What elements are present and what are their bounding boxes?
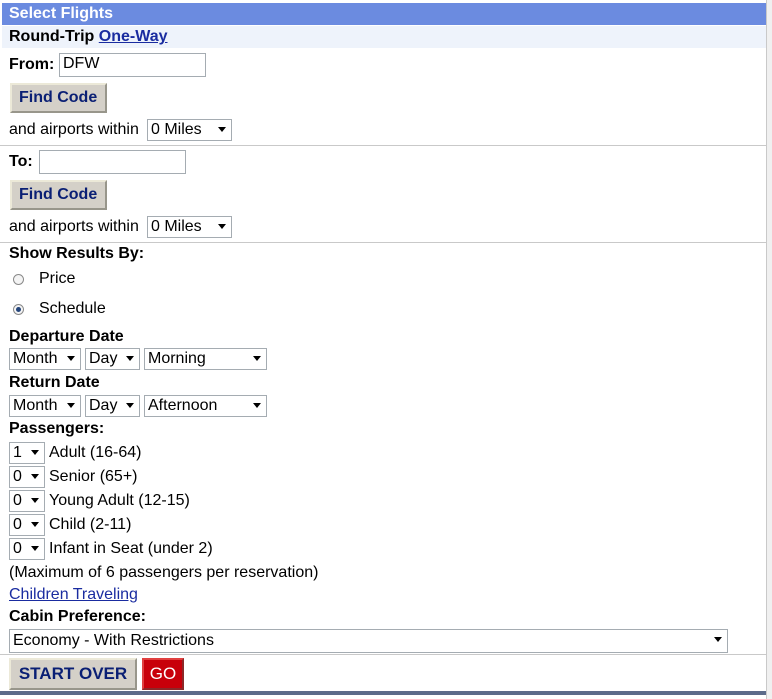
departure-day-value: Day [89, 350, 118, 367]
divider [0, 145, 766, 146]
round-trip-label: Round-Trip [9, 28, 95, 45]
to-within-label: and airports within [9, 218, 139, 235]
from-within-label: and airports within [9, 121, 139, 138]
schedule-option-label: Schedule [39, 300, 106, 317]
return-time-select[interactable]: Afternoon [144, 395, 267, 417]
departure-month-value: Month [13, 350, 58, 367]
departure-time-value: Morning [148, 350, 206, 367]
chevron-down-icon [218, 224, 226, 229]
from-label: From: [9, 56, 55, 73]
to-radius-select[interactable]: 0 Miles [147, 216, 232, 238]
adult-label: Adult (16-64) [49, 444, 142, 461]
chevron-down-icon [126, 356, 134, 361]
from-find-code-button[interactable]: Find Code [10, 83, 107, 113]
senior-label: Senior (65+) [49, 468, 138, 485]
chevron-down-icon [67, 356, 75, 361]
show-results-label: Show Results By: [9, 245, 145, 262]
return-day-value: Day [89, 397, 118, 414]
adult-count-value: 1 [13, 444, 22, 461]
from-radius-select[interactable]: 0 Miles [147, 119, 232, 141]
departure-month-select[interactable]: Month [9, 348, 81, 370]
chevron-down-icon [218, 127, 226, 132]
chevron-down-icon [67, 403, 75, 408]
young-adult-label: Young Adult (12-15) [49, 492, 190, 509]
chevron-down-icon [31, 450, 39, 455]
young-adult-count-select[interactable]: 0 [9, 490, 45, 512]
resize-grip-icon[interactable]: ⋮ [768, 342, 772, 353]
return-date-label: Return Date [9, 374, 100, 391]
chevron-down-icon [714, 637, 722, 642]
trip-type-bar: Round-Trip One-Way [2, 26, 766, 48]
to-label: To: [9, 153, 33, 170]
senior-count-select[interactable]: 0 [9, 466, 45, 488]
return-day-select[interactable]: Day [85, 395, 140, 417]
from-radius-value: 0 Miles [151, 121, 202, 138]
child-count-select[interactable]: 0 [9, 514, 45, 536]
price-option-label: Price [39, 270, 76, 287]
return-month-select[interactable]: Month [9, 395, 81, 417]
infant-label: Infant in Seat (under 2) [49, 540, 213, 557]
return-time-value: Afternoon [148, 397, 218, 414]
from-input[interactable]: DFW [59, 53, 206, 77]
young-adult-count-value: 0 [13, 492, 22, 509]
cabin-preference-label: Cabin Preference: [9, 608, 146, 625]
passengers-label: Passengers: [9, 420, 105, 437]
chevron-down-icon [31, 546, 39, 551]
start-over-button[interactable]: START OVER [9, 658, 137, 690]
price-radio[interactable] [13, 274, 24, 285]
child-count-value: 0 [13, 516, 22, 533]
cabin-preference-value: Economy - With Restrictions [13, 632, 214, 649]
schedule-radio[interactable] [13, 304, 24, 315]
infant-count-value: 0 [13, 540, 22, 557]
go-button[interactable]: GO [142, 658, 184, 690]
panel-title: Select Flights [2, 3, 766, 25]
chevron-down-icon [31, 522, 39, 527]
to-radius-value: 0 Miles [151, 218, 202, 235]
chevron-down-icon [253, 356, 261, 361]
chevron-down-icon [31, 474, 39, 479]
chevron-down-icon [126, 403, 134, 408]
chevron-down-icon [31, 498, 39, 503]
senior-count-value: 0 [13, 468, 22, 485]
adult-count-select[interactable]: 1 [9, 442, 45, 464]
divider [0, 654, 766, 655]
to-find-code-button[interactable]: Find Code [10, 180, 107, 210]
to-input[interactable] [39, 150, 186, 174]
passenger-limit-note: (Maximum of 6 passengers per reservation… [9, 564, 319, 581]
child-label: Child (2-11) [49, 516, 132, 533]
departure-date-label: Departure Date [9, 328, 124, 345]
departure-time-select[interactable]: Morning [144, 348, 267, 370]
one-way-link[interactable]: One-Way [99, 28, 168, 45]
infant-count-select[interactable]: 0 [9, 538, 45, 560]
cabin-preference-select[interactable]: Economy - With Restrictions [9, 629, 728, 653]
return-month-value: Month [13, 397, 58, 414]
children-traveling-link[interactable]: Children Traveling [9, 586, 138, 604]
departure-day-select[interactable]: Day [85, 348, 140, 370]
chevron-down-icon [253, 403, 261, 408]
divider [0, 242, 766, 243]
